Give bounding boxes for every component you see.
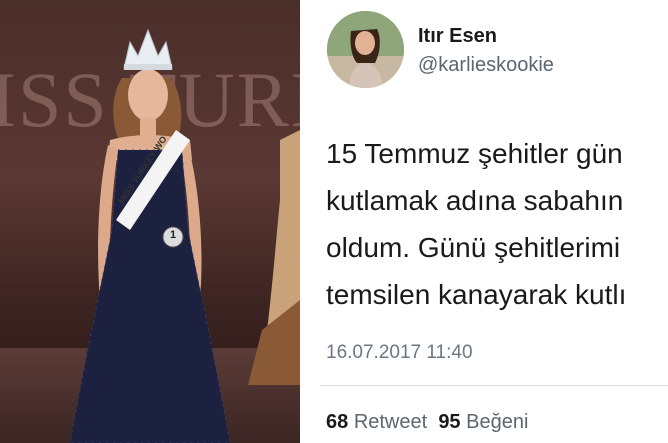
- display-name[interactable]: Itır Esen: [418, 25, 497, 48]
- like-label[interactable]: Beğeni: [466, 411, 528, 433]
- profile-photo: [327, 11, 404, 88]
- tweet-text-line: 15 Temmuz şehitler gün: [326, 138, 623, 169]
- contestant-number: 1: [169, 229, 177, 241]
- pageant-photo: ISS TURK MISS TURKEY WO 1: [0, 0, 300, 443]
- tweet-card: Itır Esen @karlieskookie 15 Temmuz şehit…: [320, 0, 668, 443]
- avatar[interactable]: [327, 11, 404, 88]
- retweet-count[interactable]: 68: [326, 411, 348, 433]
- tweet-text-line: kutlamak adına sabahın: [326, 185, 624, 216]
- retweet-label[interactable]: Retweet: [354, 411, 427, 433]
- tweet-text-line: oldum. Günü şehitlerimi: [326, 232, 621, 263]
- engagement-stats: 68 Retweet 95 Beğeni: [326, 411, 528, 434]
- like-count[interactable]: 95: [438, 411, 460, 433]
- divider: [320, 385, 668, 386]
- tweet-timestamp[interactable]: 16.07.2017 11:40: [326, 342, 473, 364]
- contestant-figure: [69, 28, 300, 443]
- user-handle[interactable]: @karlieskookie: [418, 54, 554, 77]
- tweet-text: 15 Temmuz şehitler gün kutlamak adına sa…: [326, 130, 668, 318]
- crown-icon: [123, 28, 173, 70]
- image-divider: [300, 0, 320, 443]
- tweet-text-line: temsilen kanayarak kutlı: [326, 279, 627, 310]
